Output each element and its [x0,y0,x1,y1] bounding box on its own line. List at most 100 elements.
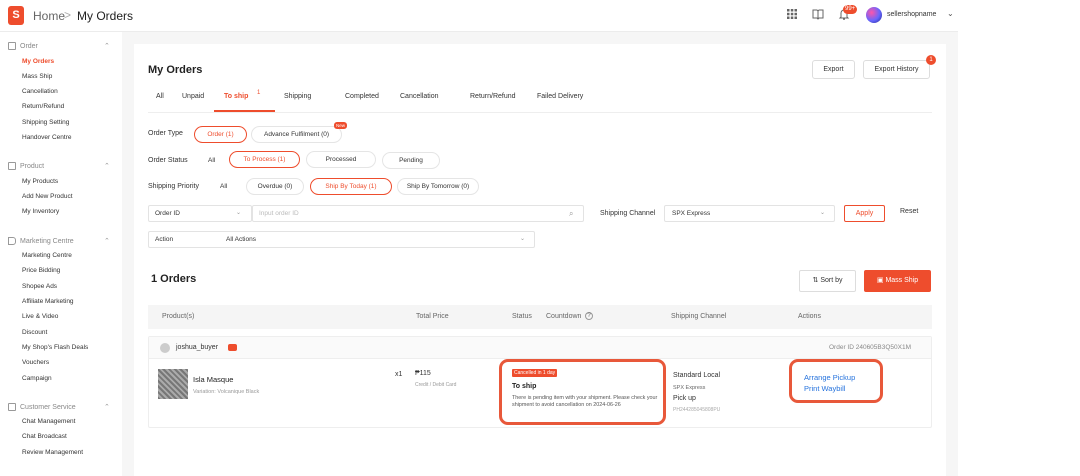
sidebar-section-order[interactable]: Order [8,42,38,50]
order-card-header: joshua_buyer Order ID 240605B3Q50X1M [149,337,931,359]
avatar[interactable] [866,7,882,23]
sidebar-section-title: Product [20,162,45,170]
sidebar-item-shipping-setting[interactable]: Shipping Setting [22,119,69,126]
sidebar-section-title: Customer Service [20,403,76,411]
order-type-label: Order Type [148,130,183,137]
priority-overdue-pill[interactable]: Overdue (0) [246,178,304,195]
sidebar-section-title: Marketing Centre [20,237,74,245]
buyer-username[interactable]: joshua_buyer [176,344,218,351]
export-history-button[interactable]: Export History [863,60,930,79]
tab-cancellation[interactable]: Cancellation [400,93,439,100]
sidebar-item-handover-centre[interactable]: Handover Centre [22,134,72,141]
sidebar-item-return-refund[interactable]: Return/Refund [22,103,64,110]
order-status-pending-pill[interactable]: Pending [382,152,440,169]
chevron-up-icon[interactable]: ⌃ [104,42,110,50]
chevron-up-icon[interactable]: ⌃ [104,403,110,411]
tab-unpaid[interactable]: Unpaid [182,93,204,100]
orders-count: 1 Orders [151,273,197,285]
tab-all[interactable]: All [156,93,164,100]
sidebar-item-add-new-product[interactable]: Add New Product [22,193,73,200]
action-select[interactable]: Action All Actions [148,231,535,248]
breadcrumb-separator: > [64,8,72,22]
chevron-down-icon[interactable]: ⌄ [947,9,954,18]
apply-button[interactable]: Apply [844,205,885,222]
shipping-courier: SPX Express [673,385,706,391]
sidebar-item-mass-ship[interactable]: Mass Ship [22,73,52,80]
shopee-logo-icon[interactable]: S [8,6,24,25]
sidebar-item-shopee-ads[interactable]: Shopee Ads [22,283,57,290]
priority-ship-tomorrow-pill[interactable]: Ship By Tomorrow (0) [397,178,479,195]
order-type-advance-pill[interactable]: Advance Fulfilment (0) [251,126,342,143]
sidebar-item-price-bidding[interactable]: Price Bidding [22,267,60,274]
sidebar-item-vouchers[interactable]: Vouchers [22,359,49,366]
tab-return-refund[interactable]: Return/Refund [470,93,516,100]
search-icon[interactable]: ⌕ [569,209,573,219]
shipping-channel-label: Shipping Channel [600,210,656,217]
chevron-up-icon[interactable]: ⌃ [104,162,110,170]
sidebar-item-my-orders[interactable]: My Orders [22,58,54,65]
sidebar-section-product[interactable]: Product [8,162,44,170]
priority-ship-today-pill[interactable]: Ship By Today (1) [310,178,392,195]
arrange-pickup-link[interactable]: Arrange Pickup [804,373,855,382]
col-actions: Actions [798,313,821,320]
order-status-to-process-pill[interactable]: To Process (1) [229,151,300,168]
col-products: Product(s) [162,313,195,320]
chat-icon [8,403,16,411]
shipping-type: Standard Local [673,372,721,379]
tab-failed-delivery[interactable]: Failed Delivery [537,93,583,100]
print-waybill-link[interactable]: Print Waybill [804,384,845,393]
shipping-channel-select[interactable]: SPX Express [664,205,835,222]
sidebar-item-live-video[interactable]: Live & Video [22,313,58,320]
help-icon[interactable]: ? [585,312,593,320]
table-header: Product(s) Total Price Status Countdown … [148,305,932,329]
sidebar-item-chat-management[interactable]: Chat Management [22,418,75,425]
apps-grid-icon[interactable] [785,8,799,22]
tab-completed[interactable]: Completed [345,93,379,100]
order-type-order-pill[interactable]: Order (1) [194,126,247,143]
sidebar-section-marketing[interactable]: Marketing Centre [8,237,74,245]
mass-ship-label: Mass Ship [885,277,919,284]
sidebar-item-affiliate-marketing[interactable]: Affiliate Marketing [22,298,74,305]
sort-by-button[interactable]: ⇅ Sort by [799,270,856,292]
export-button[interactable]: Export [812,60,855,79]
orders-panel: My Orders Export Export History 1 All Un… [134,44,946,476]
product-thumbnail[interactable] [158,369,188,399]
order-status-all[interactable]: All [208,157,215,164]
chevron-down-icon[interactable]: ⌄ [820,209,825,216]
book-icon[interactable] [811,8,825,22]
tracking-number: PH244285045808PU [673,407,721,413]
sidebar-item-flash-deals[interactable]: My Shop's Flash Deals [22,344,88,351]
tab-to-ship-count: 1 [257,90,261,96]
tag-icon [8,237,16,245]
tab-to-ship[interactable]: To ship [224,93,248,100]
breadcrumb-home[interactable]: Home [33,9,65,23]
sidebar-item-review-management[interactable]: Review Management [22,449,83,456]
search-placeholder: Input order ID [259,210,299,217]
action-value: All Actions [226,236,256,243]
reset-button[interactable]: Reset [900,208,918,215]
sidebar-item-marketing-centre[interactable]: Marketing Centre [22,252,72,259]
sidebar-item-campaign[interactable]: Campaign [22,375,52,382]
sidebar-item-my-inventory[interactable]: My Inventory [22,208,59,215]
product-quantity: x1 [395,371,403,378]
sidebar-item-discount[interactable]: Discount [22,329,47,336]
payment-method: Credit / Debit Card [415,382,457,388]
username[interactable]: sellershopname [887,11,936,18]
mass-ship-button[interactable]: ▣ Mass Ship [864,270,931,292]
tab-shipping[interactable]: Shipping [284,93,311,100]
shipping-channel-value: SPX Express [672,210,711,217]
chat-icon[interactable] [228,344,237,351]
chevron-down-icon[interactable]: ⌄ [520,235,525,242]
sidebar-item-my-products[interactable]: My Products [22,178,58,185]
sidebar-section-title: Order [20,42,38,50]
sidebar-item-cancellation[interactable]: Cancellation [22,88,58,95]
order-status-processed-pill[interactable]: Processed [306,151,376,168]
chevron-down-icon[interactable]: ⌄ [236,209,241,216]
page-title: My Orders [148,64,203,76]
sidebar-item-chat-broadcast[interactable]: Chat Broadcast [22,433,67,440]
search-type-value: Order ID [155,210,180,217]
chevron-up-icon[interactable]: ⌃ [104,237,110,245]
priority-all[interactable]: All [220,183,227,190]
sidebar-section-customer-service[interactable]: Customer Service [8,403,76,411]
search-input[interactable]: Input order ID [252,205,584,222]
